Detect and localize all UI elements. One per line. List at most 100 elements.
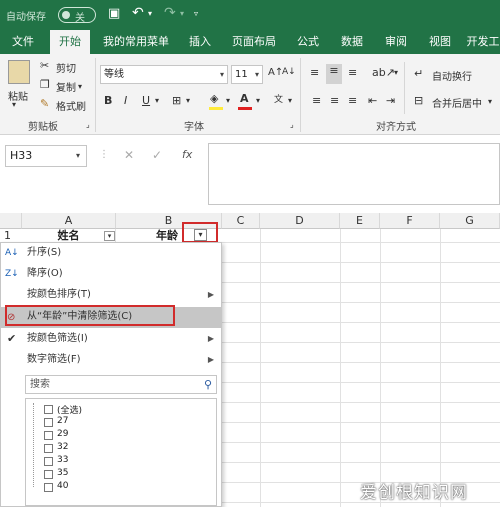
insert-function-icon[interactable]: fx <box>182 148 192 161</box>
redo-icon[interactable]: ↷ <box>164 5 176 21</box>
checkbox-33[interactable] <box>44 457 53 466</box>
select-all-corner[interactable] <box>0 213 22 229</box>
cut-label[interactable]: 剪切 <box>56 60 76 75</box>
tab-developer[interactable]: 开发工 <box>466 30 500 54</box>
underline-dropdown-icon[interactable]: ▾ <box>155 96 159 105</box>
checkbox-35[interactable] <box>44 470 53 479</box>
column-header-f[interactable]: F <box>380 213 440 229</box>
align-middle-icon[interactable]: ≡ <box>326 64 342 84</box>
font-color-swatch <box>238 107 252 110</box>
font-color-icon[interactable]: A <box>240 92 249 105</box>
phonetic-dropdown-icon[interactable]: ▾ <box>288 96 292 105</box>
border-dropdown-icon[interactable]: ▾ <box>186 96 190 105</box>
wrap-text-label[interactable]: 自动换行 <box>432 68 472 83</box>
undo-icon[interactable]: ↶ <box>132 5 144 21</box>
format-painter-label[interactable]: 格式刷 <box>56 98 86 113</box>
tab-file[interactable]: 文件 <box>5 30 41 54</box>
cancel-icon[interactable]: ✕ <box>124 148 134 162</box>
fill-color-icon[interactable]: ◈ <box>210 92 218 105</box>
phonetic-icon[interactable]: 文 <box>274 92 283 105</box>
cut-icon[interactable]: ✂ <box>40 59 49 72</box>
font-color-dropdown-icon[interactable]: ▾ <box>256 96 260 105</box>
align-center-icon[interactable]: ≡ <box>330 94 339 107</box>
tab-formulas[interactable]: 公式 <box>290 30 326 54</box>
tab-review[interactable]: 审阅 <box>378 30 414 54</box>
font-name-combo[interactable]: 等线 ▾ <box>100 65 228 84</box>
tab-home[interactable]: 开始 <box>50 30 90 54</box>
column-header-d[interactable]: D <box>260 213 340 229</box>
align-top-icon[interactable]: ≡ <box>310 66 319 79</box>
tab-page-layout[interactable]: 页面布局 <box>226 30 282 54</box>
menu-item-number-filters[interactable]: 数字筛选(F) ▶ <box>1 350 221 370</box>
menu-item-sort-descending[interactable]: Z↓ 降序(O) <box>1 264 221 284</box>
menu-item-filter-by-color[interactable]: ✔ 按颜色筛选(I) ▶ <box>1 329 221 349</box>
increase-indent-icon[interactable]: ⇥ <box>386 94 395 107</box>
cell-b1[interactable]: 年龄 <box>116 229 178 243</box>
copy-dropdown-icon[interactable]: ▾ <box>78 82 82 91</box>
paste-label[interactable]: 粘贴 <box>8 88 28 103</box>
menu-item-sort-by-color[interactable]: 按颜色排序(T) ▶ <box>1 285 221 305</box>
merge-dropdown-icon[interactable]: ▾ <box>488 97 492 106</box>
tab-data[interactable]: 数据 <box>334 30 370 54</box>
gridline <box>222 382 500 383</box>
save-icon[interactable]: ▣ <box>108 6 120 21</box>
filter-search-input[interactable]: 搜索 ⚲ <box>25 375 217 394</box>
wrap-text-icon[interactable]: ↵ <box>414 67 423 80</box>
name-box[interactable]: H33 ▾ <box>5 145 87 167</box>
checkbox-27[interactable] <box>44 418 53 427</box>
enter-icon[interactable]: ✓ <box>152 148 162 162</box>
autosave-toggle[interactable]: 关 <box>58 7 96 24</box>
name-box-dropdown-icon[interactable]: ▾ <box>76 146 80 166</box>
menu-item-sort-ascending[interactable]: A↓ 升序(S) <box>1 243 221 263</box>
increase-font-icon[interactable]: A↑ <box>268 67 283 78</box>
checkbox-32[interactable] <box>44 444 53 453</box>
paste-icon[interactable] <box>8 60 30 84</box>
sort-descending-icon: Z↓ <box>5 269 19 279</box>
font-group-label: 字体 <box>184 122 204 133</box>
decrease-indent-icon[interactable]: ⇤ <box>368 94 377 107</box>
italic-icon[interactable]: I <box>124 94 127 107</box>
tab-insert[interactable]: 插入 <box>182 30 218 54</box>
underline-icon[interactable]: U <box>142 94 150 107</box>
column-header-a[interactable]: A <box>22 213 116 229</box>
align-right-icon[interactable]: ≡ <box>348 94 357 107</box>
font-launcher-icon[interactable]: ⌟ <box>290 120 294 129</box>
sort-descending-label: 降序(O) <box>27 268 63 279</box>
format-painter-icon[interactable]: ✎ <box>40 97 49 110</box>
copy-icon[interactable]: ❐ <box>40 78 50 91</box>
font-name-dropdown-icon[interactable]: ▾ <box>220 66 224 83</box>
tab-view[interactable]: 视图 <box>422 30 458 54</box>
checkbox-select-all[interactable] <box>44 405 53 414</box>
clipboard-launcher-icon[interactable]: ⌟ <box>86 120 90 129</box>
merge-center-icon[interactable]: ⊟ <box>414 94 423 107</box>
undo-dropdown-icon[interactable]: ▾ <box>148 9 152 18</box>
tab-my-menu[interactable]: 我的常用菜单 <box>98 30 174 54</box>
border-icon[interactable]: ⊞ <box>172 94 181 107</box>
decrease-font-icon[interactable]: A↓ <box>282 67 296 77</box>
column-header-g[interactable]: G <box>440 213 500 229</box>
customize-toolbar-icon[interactable]: ▿ <box>194 9 198 18</box>
align-left-icon[interactable]: ≡ <box>312 94 321 107</box>
column-header-e[interactable]: E <box>340 213 380 229</box>
align-bottom-icon[interactable]: ≡ <box>348 66 357 79</box>
redo-dropdown-icon[interactable]: ▾ <box>180 9 184 18</box>
column-header-c[interactable]: C <box>222 213 260 229</box>
copy-label[interactable]: 复制 <box>56 79 76 94</box>
cell-a1[interactable]: 姓名 <box>22 229 116 243</box>
orientation-icon[interactable]: ab↗ <box>372 66 395 79</box>
checkbox-29[interactable] <box>44 431 53 440</box>
bold-icon[interactable]: B <box>104 94 112 107</box>
font-size-dropdown-icon[interactable]: ▾ <box>255 66 259 83</box>
merge-center-label[interactable]: 合并后居中 <box>432 95 482 110</box>
checkbox-40[interactable] <box>44 483 53 492</box>
paste-dropdown-icon[interactable]: ▾ <box>12 100 16 109</box>
formula-input[interactable] <box>208 143 500 205</box>
orientation-dropdown-icon[interactable]: ▾ <box>394 68 398 77</box>
gridline <box>260 229 261 507</box>
clipboard-group-label: 剪贴板 <box>28 122 58 133</box>
fill-color-dropdown-icon[interactable]: ▾ <box>226 96 230 105</box>
row-header-1[interactable]: 1 <box>0 229 22 243</box>
font-size-combo[interactable]: 11 ▾ <box>231 65 263 84</box>
filter-dropdown-button-a[interactable]: ▾ <box>104 231 115 241</box>
highlight-box <box>5 305 175 326</box>
